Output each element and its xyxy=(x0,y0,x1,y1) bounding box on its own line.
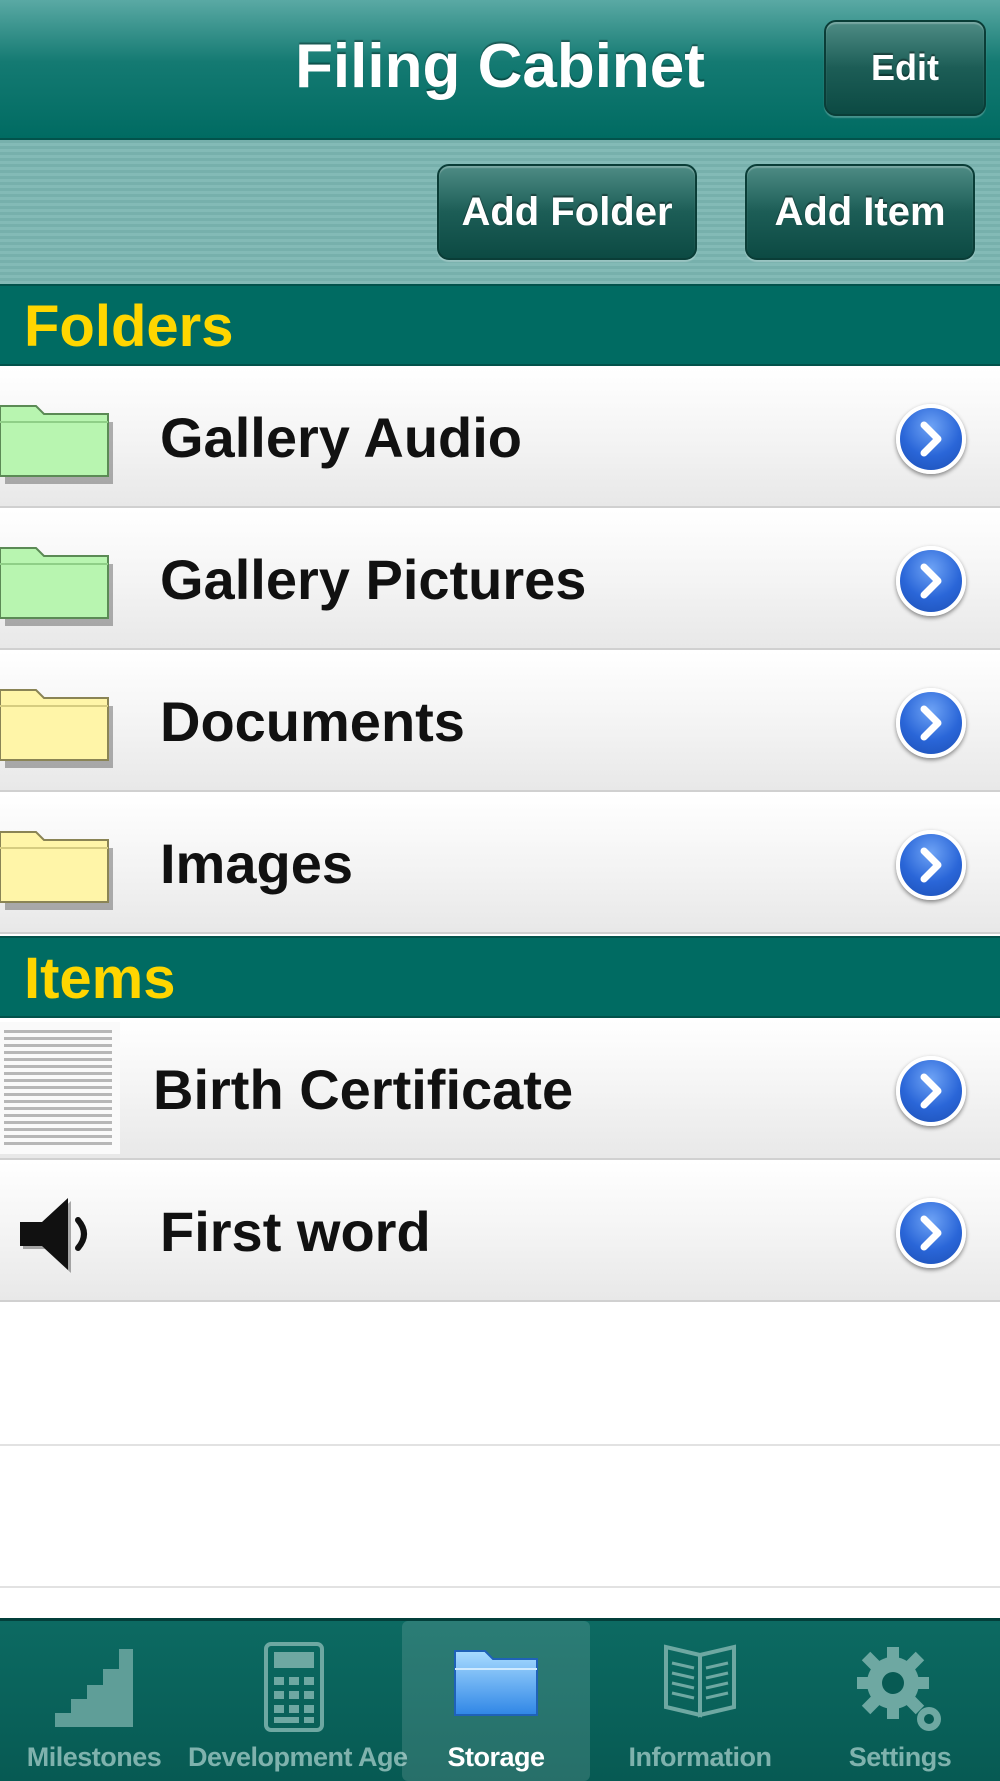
row-label: Gallery Pictures xyxy=(160,548,587,611)
tab-label: Development Age xyxy=(188,1742,408,1772)
folder-row-images[interactable]: Images xyxy=(0,794,1000,934)
row-label: Gallery Audio xyxy=(160,406,523,469)
disclosure-chevron-icon[interactable] xyxy=(896,1056,966,1126)
speaker-icon xyxy=(20,1198,87,1273)
disclosure-chevron-icon[interactable] xyxy=(896,404,966,474)
tab-development-age[interactable]: Development Age xyxy=(188,1621,408,1781)
disclosure-chevron-icon[interactable] xyxy=(896,688,966,758)
calculator-icon xyxy=(264,1642,324,1732)
row-label: Images xyxy=(160,832,353,895)
green-folder-icon xyxy=(0,405,113,484)
folders-section-header: Folders xyxy=(0,284,1000,366)
tab-settings[interactable]: Settings xyxy=(800,1621,1000,1781)
bar-chart-icon xyxy=(55,1649,133,1727)
row-label: First word xyxy=(160,1200,431,1263)
add-item-button[interactable]: Add Item xyxy=(745,164,975,260)
tab-label: Storage xyxy=(447,1742,545,1772)
tab-bar: Milestones Development Age Storage Infor… xyxy=(0,1618,1000,1781)
items-section-header: Items xyxy=(0,936,1000,1018)
empty-row xyxy=(0,1446,1000,1588)
tab-milestones[interactable]: Milestones xyxy=(0,1621,188,1781)
gear-icon xyxy=(857,1647,941,1731)
tab-label: Milestones xyxy=(26,1742,162,1772)
tab-label: Settings xyxy=(848,1742,952,1772)
disclosure-chevron-icon[interactable] xyxy=(896,830,966,900)
green-folder-icon xyxy=(0,547,113,626)
item-row-first-word[interactable]: First word xyxy=(0,1162,1000,1302)
row-label: Birth Certificate xyxy=(153,1058,574,1121)
edit-button[interactable]: Edit xyxy=(824,20,986,116)
toolbar: Add Folder Add Item xyxy=(0,140,1000,284)
document-thumbnail xyxy=(0,1022,120,1154)
folder-row-gallery-pictures[interactable]: Gallery Pictures xyxy=(0,510,1000,650)
row-label: Documents xyxy=(160,690,465,753)
navigation-bar: Filing Cabinet Edit xyxy=(0,0,1000,140)
tab-storage[interactable]: Storage xyxy=(402,1621,590,1781)
book-icon xyxy=(664,1644,736,1718)
yellow-folder-icon xyxy=(0,689,113,768)
folder-row-documents[interactable]: Documents xyxy=(0,652,1000,792)
yellow-folder-icon xyxy=(0,831,113,910)
tab-label: Information xyxy=(628,1742,773,1772)
folder-icon xyxy=(454,1650,538,1716)
item-row-birth-certificate[interactable]: Birth Certificate xyxy=(0,1020,1000,1160)
add-folder-button[interactable]: Add Folder xyxy=(437,164,697,260)
folder-row-gallery-audio[interactable]: Gallery Audio xyxy=(0,368,1000,508)
disclosure-chevron-icon[interactable] xyxy=(896,1198,966,1268)
empty-row xyxy=(0,1304,1000,1446)
disclosure-chevron-icon[interactable] xyxy=(896,546,966,616)
tab-information[interactable]: Information xyxy=(600,1621,800,1781)
